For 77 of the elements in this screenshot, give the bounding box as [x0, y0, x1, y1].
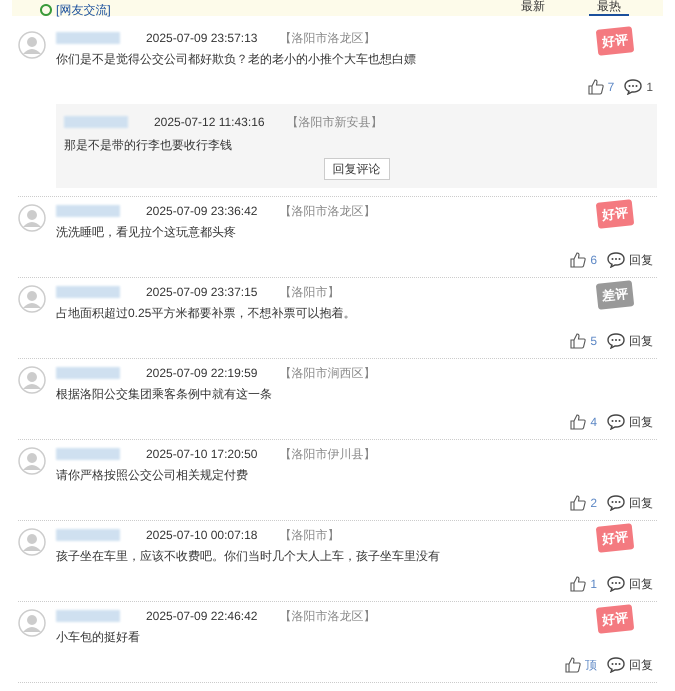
reply-text: 那是不是带的行李也要收行李钱: [64, 137, 233, 154]
comment-location: 【洛阳市新安县】: [286, 114, 383, 130]
reply-link[interactable]: 回复: [629, 413, 653, 431]
comment-bubble-icon[interactable]: [607, 414, 625, 430]
comment-bubble-icon[interactable]: [607, 333, 625, 349]
comment-location: 【洛阳市洛龙区】: [279, 608, 376, 624]
blurred-username: [56, 32, 120, 44]
sort-tab[interactable]: 最热: [589, 0, 629, 16]
avatar-icon: [18, 31, 46, 59]
blurred-username: [64, 116, 128, 128]
comment-bubble-icon[interactable]: [607, 657, 625, 673]
comment-location: 【洛阳市伊川县】: [279, 446, 376, 462]
avatar-icon: [18, 204, 46, 232]
comment-bubble-icon[interactable]: [624, 79, 642, 95]
comment-location: 【洛阳市洛龙区】: [279, 30, 376, 46]
like-count: 1: [590, 576, 597, 593]
comment-text: 孩子坐在车里，应该不收费吧。你们当时几个大人上车，孩子坐车里没有: [56, 548, 441, 565]
reply-link[interactable]: 回复: [629, 332, 653, 350]
comment-bubble-icon[interactable]: [607, 252, 625, 268]
blurred-username: [56, 205, 120, 217]
avatar-icon: [18, 285, 46, 313]
avatar-icon: [18, 447, 46, 475]
rating-flag: 好评: [596, 523, 634, 553]
comment-text: 你们是不是觉得公交公司都好欺负？老的老小的小推个大车也想白嫖: [56, 51, 417, 68]
rating-flag: 好评: [596, 604, 634, 634]
reply-link[interactable]: 回复: [629, 494, 653, 512]
comment-location: 【洛阳市】: [279, 284, 340, 300]
reply-link[interactable]: 回复: [629, 251, 653, 269]
comment-time: 2025-07-10 17:20:50: [146, 446, 258, 462]
avatar-icon: [18, 528, 46, 556]
reply-link[interactable]: 回复: [629, 656, 653, 674]
blurred-username: [56, 610, 120, 622]
thumbs-up-icon[interactable]: [565, 657, 581, 673]
rating-flag: 差评: [596, 280, 634, 310]
thumbs-up-icon[interactable]: [570, 252, 586, 268]
comment-location: 【洛阳市洛龙区】: [279, 203, 376, 219]
comment-text: 占地面积超过0.25平方米都要补票，不想补票可以抱着。: [56, 305, 356, 322]
comment-location: 【洛阳市】: [279, 527, 340, 543]
section-title: [网友交流]: [56, 4, 111, 16]
comment-time: 2025-07-09 23:57:13: [146, 30, 258, 46]
comment-location: 【洛阳市涧西区】: [279, 365, 376, 381]
comment-text: 洗洗睡吧，看见拉个这玩意都头疼: [56, 224, 237, 241]
comment-text: 根据洛阳公交集团乘客条例中就有这一条: [56, 386, 273, 403]
like-count: 5: [590, 333, 597, 350]
comment-time: 2025-07-12 11:43:16: [154, 114, 265, 130]
like-count: 6: [590, 252, 597, 269]
comment-text: 小车包的挺好看: [56, 629, 141, 646]
blurred-username: [56, 286, 120, 298]
comment-time: 2025-07-09 23:36:42: [146, 203, 258, 219]
like-count: 4: [590, 414, 597, 431]
thumbs-up-icon[interactable]: [570, 576, 586, 592]
thumbs-up-icon[interactable]: [570, 333, 586, 349]
avatar-icon: [18, 366, 46, 394]
reply-count: 1: [646, 79, 653, 96]
rating-flag: 好评: [596, 26, 634, 56]
comment-time: 2025-07-10 00:07:18: [146, 527, 258, 543]
like-count: 7: [608, 79, 614, 96]
thumbs-up-icon[interactable]: [588, 79, 604, 95]
reply-link[interactable]: 回复: [629, 575, 653, 593]
sort-tab[interactable]: 最新: [513, 0, 553, 16]
avatar-icon: [18, 609, 46, 637]
thumbs-up-icon[interactable]: [570, 414, 586, 430]
comment-bubble-icon[interactable]: [607, 576, 625, 592]
comment-bubble-icon[interactable]: [607, 495, 625, 511]
blurred-username: [56, 367, 120, 379]
blurred-username: [56, 448, 120, 460]
like-count: 顶: [585, 657, 597, 674]
rating-flag: 好评: [596, 199, 634, 229]
comment-time: 2025-07-09 22:46:42: [146, 608, 258, 624]
like-count: 2: [590, 495, 597, 512]
comment-time: 2025-07-09 23:37:15: [146, 284, 258, 300]
comment-text: 请你严格按照公交公司相关规定付费: [56, 467, 249, 484]
comment-time: 2025-07-09 22:19:59: [146, 365, 258, 381]
chat-icon: [40, 4, 52, 16]
thumbs-up-icon[interactable]: [570, 495, 586, 511]
blurred-username: [56, 529, 120, 541]
reply-comment-button[interactable]: 回复评论: [324, 158, 390, 180]
